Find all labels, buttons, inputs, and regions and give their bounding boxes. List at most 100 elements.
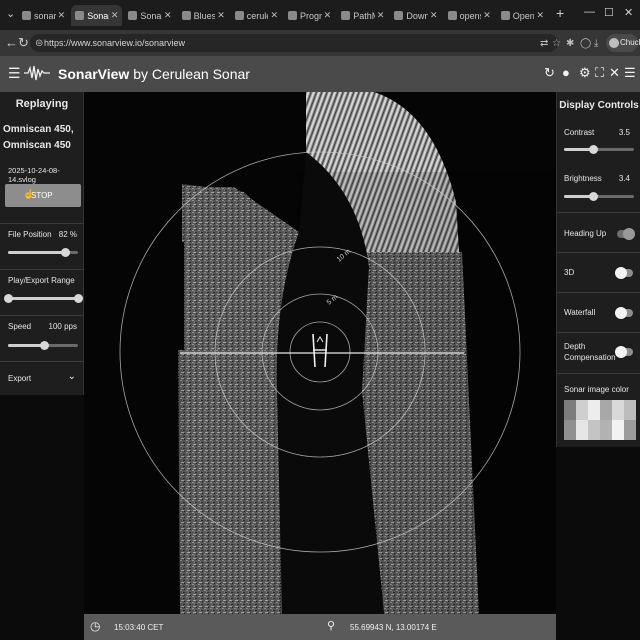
3d-label: 3D bbox=[564, 268, 575, 277]
tab-close-icon[interactable]: ✕ bbox=[536, 10, 544, 21]
tab-title: ceruleansonar bbox=[246, 10, 269, 21]
waterfall-label: Waterfall bbox=[564, 308, 596, 317]
tab-close-icon[interactable]: ✕ bbox=[164, 10, 172, 21]
panel-menu-icon[interactable]: ☰ bbox=[624, 65, 636, 81]
palette-cell bbox=[564, 400, 576, 420]
waterfall-toggle[interactable] bbox=[615, 307, 633, 319]
tab-close-icon[interactable]: ✕ bbox=[270, 10, 278, 21]
favicon-icon bbox=[447, 11, 457, 20]
3d-toggle[interactable] bbox=[615, 267, 633, 279]
app-header: ☰ SonarView by Cerulean Sonar ↻ ● ⚙ ⛶ ✕ … bbox=[0, 56, 640, 92]
sonar-wave-logo-icon bbox=[24, 65, 50, 81]
refresh-icon[interactable]: ↻ bbox=[544, 65, 555, 81]
url-field[interactable]: https://www.sonarview.io/sonarview bbox=[30, 34, 558, 52]
browser-tab[interactable]: SonarView✕ bbox=[124, 5, 175, 26]
depth-compensation-label: Depth bbox=[564, 342, 586, 351]
log-file-name: 2025-10-24-08-14.svlog bbox=[8, 166, 60, 184]
status-coordinates: 55.69943 N, 13.00174 E bbox=[350, 623, 437, 632]
palette-cell bbox=[588, 400, 600, 420]
divider bbox=[557, 332, 640, 333]
maximize-icon[interactable]: ☐ bbox=[604, 6, 614, 19]
stop-label: STOP bbox=[31, 191, 53, 200]
brightness-slider[interactable] bbox=[564, 192, 634, 201]
contrast-slider[interactable] bbox=[564, 145, 634, 154]
contrast-value: 3.5 bbox=[618, 128, 630, 137]
tab-title: SonarView bbox=[140, 10, 162, 21]
browser-tab[interactable]: Program file✕ bbox=[284, 5, 335, 26]
brightness-value: 3.4 bbox=[618, 174, 630, 183]
speed-label: Speed bbox=[8, 322, 32, 331]
stop-button[interactable]: ☝ STOP bbox=[5, 184, 81, 207]
range-slider[interactable] bbox=[4, 294, 83, 303]
heading-up-label: Heading Up bbox=[564, 229, 607, 238]
color-palette-swatch[interactable] bbox=[564, 400, 636, 440]
record-icon[interactable]: ● bbox=[562, 65, 570, 80]
site-info-icon[interactable]: ⊜ bbox=[35, 38, 43, 49]
back-icon[interactable]: ← bbox=[5, 35, 18, 50]
favicon-icon bbox=[500, 11, 510, 20]
sonar-image-color-label: Sonar image color bbox=[564, 385, 629, 394]
divider bbox=[557, 292, 640, 293]
tab-close-icon[interactable]: ✕ bbox=[430, 10, 438, 21]
browser-tab[interactable]: Download fi✕ bbox=[390, 5, 441, 26]
palette-cell bbox=[600, 400, 612, 420]
display-controls-heading: Display Controls bbox=[559, 100, 639, 111]
palette-cell bbox=[612, 400, 624, 420]
extensions-icon[interactable]: ✱ bbox=[566, 38, 574, 49]
tab-close-icon[interactable]: ✕ bbox=[483, 10, 491, 21]
divider bbox=[557, 212, 640, 213]
browser-tab[interactable]: sonarview✕ bbox=[18, 5, 69, 26]
close-icon[interactable]: ✕ bbox=[609, 65, 620, 81]
sonar-view-canvas[interactable]: 10 m 5 m bbox=[84, 92, 556, 614]
palette-cell bbox=[588, 420, 600, 440]
clock-icon: ◷ bbox=[90, 619, 101, 633]
export-label: Export bbox=[8, 374, 32, 383]
browser-tab[interactable]: Bluesolution✕ bbox=[178, 5, 229, 26]
bookmark-star-icon[interactable]: ☆ bbox=[552, 38, 561, 49]
sonar-image: 10 m 5 m bbox=[119, 92, 556, 614]
device-name: Omniscan 450 bbox=[3, 140, 71, 151]
menu-icon[interactable]: ☰ bbox=[8, 65, 21, 82]
favicon-icon bbox=[394, 11, 404, 20]
download-icon[interactable]: ⤓ bbox=[594, 38, 598, 49]
file-position-slider[interactable] bbox=[8, 248, 78, 257]
tab-search-icon[interactable]: ⌄ bbox=[6, 7, 15, 20]
status-time: 15:03:40 CET bbox=[114, 623, 164, 632]
browser-tab[interactable]: ceruleansonar✕ bbox=[231, 5, 282, 26]
speed-value: 100 pps bbox=[48, 322, 77, 331]
tab-close-icon[interactable]: ✕ bbox=[217, 10, 225, 21]
browser-tab-bar: ⌄ sonarview✕SonarView✕SonarView✕Bluesolu… bbox=[0, 0, 640, 30]
avatar bbox=[609, 38, 619, 48]
contrast-label: Contrast bbox=[564, 128, 595, 137]
browser-tab[interactable]: Open Sidec✕ bbox=[497, 5, 548, 26]
tab-close-icon[interactable]: ✕ bbox=[324, 10, 332, 21]
close-window-icon[interactable]: ✕ bbox=[624, 6, 633, 19]
favicon-icon bbox=[22, 11, 31, 20]
app-title: SonarView by Cerulean Sonar bbox=[58, 66, 250, 82]
browser-tab[interactable]: PathMaster✕ bbox=[337, 5, 388, 26]
export-dropdown[interactable]: Export ⌄ bbox=[0, 361, 84, 395]
tab-close-icon[interactable]: ✕ bbox=[58, 10, 66, 21]
profile-button[interactable]: Chuck bbox=[606, 34, 640, 52]
device-name: Omniscan 450, bbox=[3, 124, 74, 135]
settings-gear-icon[interactable]: ⚙ bbox=[579, 65, 591, 81]
depth-compensation-toggle[interactable] bbox=[615, 346, 633, 358]
speed-slider[interactable] bbox=[8, 341, 78, 350]
favicon-icon bbox=[288, 11, 297, 20]
browser-tab[interactable]: SonarView✕ bbox=[71, 5, 123, 26]
tab-title: Program file bbox=[300, 10, 322, 21]
minimize-icon[interactable]: — bbox=[584, 6, 595, 18]
translate-icon[interactable]: ⇄ bbox=[540, 38, 548, 49]
cursor-hand-icon: ☝ bbox=[23, 189, 35, 199]
tab-close-icon[interactable]: ✕ bbox=[377, 10, 385, 21]
replay-heading: Replaying bbox=[15, 98, 69, 110]
tab-title: Download fi bbox=[406, 10, 429, 21]
new-tab-button[interactable]: + bbox=[556, 5, 564, 21]
heading-up-toggle[interactable] bbox=[617, 228, 635, 240]
profile-circle-icon[interactable]: ◯ bbox=[580, 38, 591, 49]
tab-close-icon[interactable]: ✕ bbox=[111, 10, 119, 21]
reload-icon[interactable]: ↻ bbox=[18, 35, 29, 51]
tab-title: SonarView bbox=[87, 10, 109, 21]
fullscreen-icon[interactable]: ⛶ bbox=[595, 65, 604, 81]
browser-tab[interactable]: openside.co✕ bbox=[444, 5, 495, 26]
